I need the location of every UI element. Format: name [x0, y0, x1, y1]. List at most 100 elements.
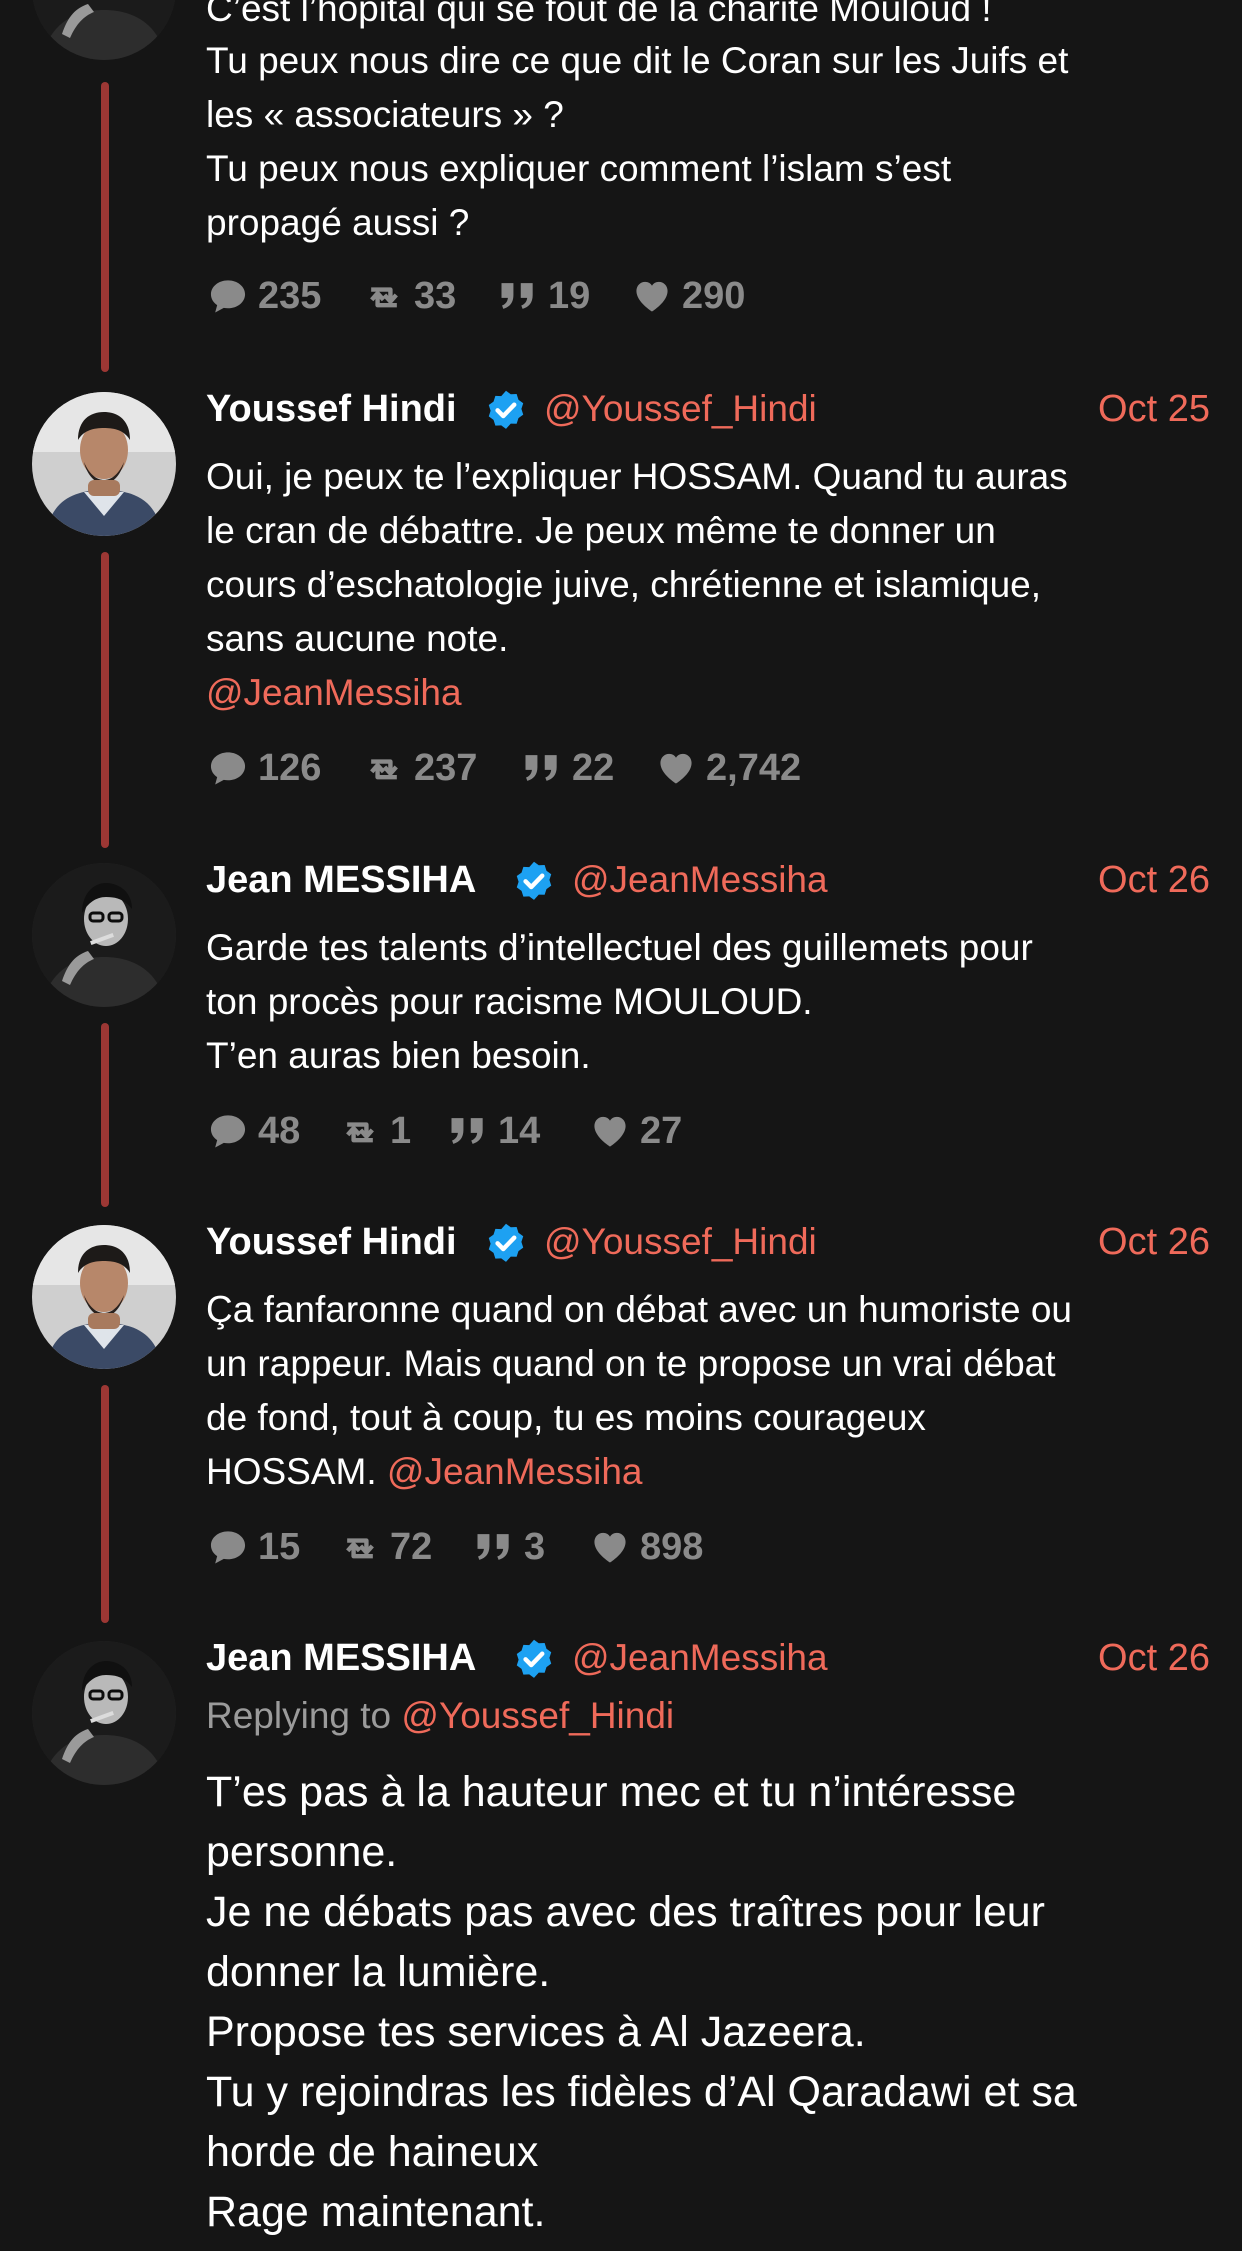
tweet-date[interactable]: Oct 26 [1098, 1637, 1210, 1680]
reply-button[interactable]: 15 [206, 1522, 300, 1572]
avatar[interactable] [32, 392, 176, 536]
tweet-date[interactable]: Oct 26 [1098, 1221, 1210, 1264]
avatar[interactable] [32, 0, 176, 60]
tweet-text-line: Tu peux nous dire ce que dit le Coran su… [206, 40, 1069, 81]
quote-icon [446, 1109, 490, 1153]
tweet-text-line: horde de haineux [206, 2128, 539, 2176]
author-handle[interactable]: @JeanMessiha [572, 859, 828, 901]
author-name[interactable]: Jean MESSIHA [206, 1637, 476, 1680]
verified-badge-icon [512, 859, 556, 903]
quote-button[interactable]: 14 [446, 1106, 540, 1156]
tweet-text-line: Garde tes talents d’intellectuel des gui… [206, 927, 1033, 968]
reply-button[interactable]: 235 [206, 271, 321, 321]
author-name[interactable]: Jean MESSIHA [206, 859, 476, 902]
heart-icon [630, 274, 674, 318]
retweet-icon [362, 746, 406, 790]
heart-icon [588, 1525, 632, 1569]
reply-count: 48 [258, 1109, 301, 1152]
retweet-icon [362, 274, 406, 318]
quote-icon [496, 274, 540, 318]
tweet-text-line: ton procès pour racisme MOULOUD. [206, 981, 813, 1022]
reply-icon [206, 274, 250, 318]
verified-badge-icon [512, 1637, 556, 1681]
tweet-text-line: sans aucune note. [206, 618, 509, 659]
retweet-button[interactable]: 237 [362, 743, 477, 793]
tweet-text-line: Oui, je peux te l’expliquer HOSSAM. Quan… [206, 456, 1068, 497]
tweet-actions: 15 72 3 898 [206, 1522, 806, 1572]
thread-line [101, 1023, 109, 1207]
reply-icon [206, 1525, 250, 1569]
tweet-actions: 126 237 22 2,742 [206, 743, 906, 793]
replying-handle-link[interactable]: @Youssef_Hindi [401, 1695, 674, 1736]
author-handle[interactable]: @Youssef_Hindi [544, 388, 817, 430]
reply-button[interactable]: 48 [206, 1106, 300, 1156]
like-button[interactable]: 898 [588, 1522, 703, 1572]
quote-count: 3 [524, 1525, 546, 1568]
tweet-text-line: les « associateurs » ? [206, 94, 564, 135]
reply-count: 126 [258, 746, 322, 789]
tweet-text-line: T’es pas à la hauteur mec et tu n’intére… [206, 1768, 1017, 1816]
retweet-button[interactable]: 72 [338, 1522, 432, 1572]
mention-link[interactable]: @JeanMessiha [206, 666, 462, 720]
retweet-icon [338, 1525, 382, 1569]
retweet-button[interactable]: 1 [338, 1106, 411, 1156]
tweet-text-line: Rage maintenant. [206, 2188, 546, 2236]
mention-link[interactable]: @JeanMessiha [387, 1451, 643, 1492]
like-button[interactable]: 2,742 [654, 743, 801, 793]
like-count: 2,742 [706, 746, 802, 789]
tweet-header: Jean MESSIHA @JeanMessiha Oct 26 [206, 853, 1210, 909]
author-handle[interactable]: @Youssef_Hindi [544, 1221, 817, 1263]
tweet-text-span: HOSSAM. [206, 1451, 377, 1492]
like-button[interactable]: 290 [630, 271, 745, 321]
like-button[interactable]: 27 [588, 1106, 682, 1156]
person-avatar-icon [32, 392, 176, 536]
author-handle[interactable]: @JeanMessiha [572, 1637, 828, 1679]
tweet-thread: C’est l’hôpital qui se fout de la charit… [0, 0, 1242, 2251]
reply-icon [206, 746, 250, 790]
tweet-text-line: HOSSAM. @JeanMessiha [206, 1445, 643, 1499]
reply-button[interactable]: 126 [206, 743, 321, 793]
tweet-date[interactable]: Oct 26 [1098, 859, 1210, 902]
person-avatar-icon [32, 863, 176, 1007]
replying-label: Replying to [206, 1695, 392, 1736]
tweet-date[interactable]: Oct 25 [1098, 388, 1210, 431]
retweet-count: 1 [390, 1109, 412, 1152]
tweet-text-line: donner la lumière. [206, 1948, 551, 1996]
avatar[interactable] [32, 863, 176, 1007]
person-avatar-icon [32, 1641, 176, 1785]
tweet-header: Youssef Hindi @Youssef_Hindi Oct 26 [206, 1215, 1210, 1271]
like-count: 27 [640, 1109, 683, 1152]
tweet-actions: 235 33 19 290 [206, 271, 806, 321]
quote-button[interactable]: 19 [496, 271, 590, 321]
tweet-text-line: T’en auras bien besoin. [206, 1035, 591, 1076]
quote-count: 14 [498, 1109, 541, 1152]
tweet-header: Jean MESSIHA @JeanMessiha Oct 26 [206, 1631, 1210, 1687]
person-avatar-icon [32, 1225, 176, 1369]
author-name[interactable]: Youssef Hindi [206, 388, 457, 431]
tweet-text-line: de fond, tout à coup, tu es moins courag… [206, 1397, 926, 1438]
reply-count: 15 [258, 1525, 301, 1568]
heart-icon [588, 1109, 632, 1153]
tweet-text-line: Je ne débats pas avec des traîtres pour … [206, 1888, 1045, 1936]
retweet-button[interactable]: 33 [362, 271, 456, 321]
reply-count: 235 [258, 274, 322, 317]
retweet-icon [338, 1109, 382, 1153]
avatar[interactable] [32, 1641, 176, 1785]
quote-button[interactable]: 3 [472, 1522, 545, 1572]
avatar[interactable] [32, 1225, 176, 1369]
tweet-text-line: le cran de débattre. Je peux même te don… [206, 510, 996, 551]
quote-icon [520, 746, 564, 790]
quote-button[interactable]: 22 [520, 743, 614, 793]
tweet-text-line: propagé aussi ? [206, 202, 470, 243]
retweet-count: 72 [390, 1525, 433, 1568]
quote-count: 19 [548, 274, 591, 317]
author-name[interactable]: Youssef Hindi [206, 1221, 457, 1264]
retweet-count: 33 [414, 274, 457, 317]
tweet-actions: 48 1 14 27 [206, 1106, 806, 1156]
tweet-header: Youssef Hindi @Youssef_Hindi Oct 25 [206, 382, 1210, 438]
replying-to: Replying to @Youssef_Hindi [206, 1695, 674, 1737]
heart-icon [654, 746, 698, 790]
tweet-text-line: un rappeur. Mais quand on te propose un … [206, 1343, 1056, 1384]
tweet-text-line: Tu peux nous expliquer comment l’islam s… [206, 148, 952, 189]
tweet-text-line: Ça fanfaronne quand on débat avec un hum… [206, 1289, 1073, 1330]
